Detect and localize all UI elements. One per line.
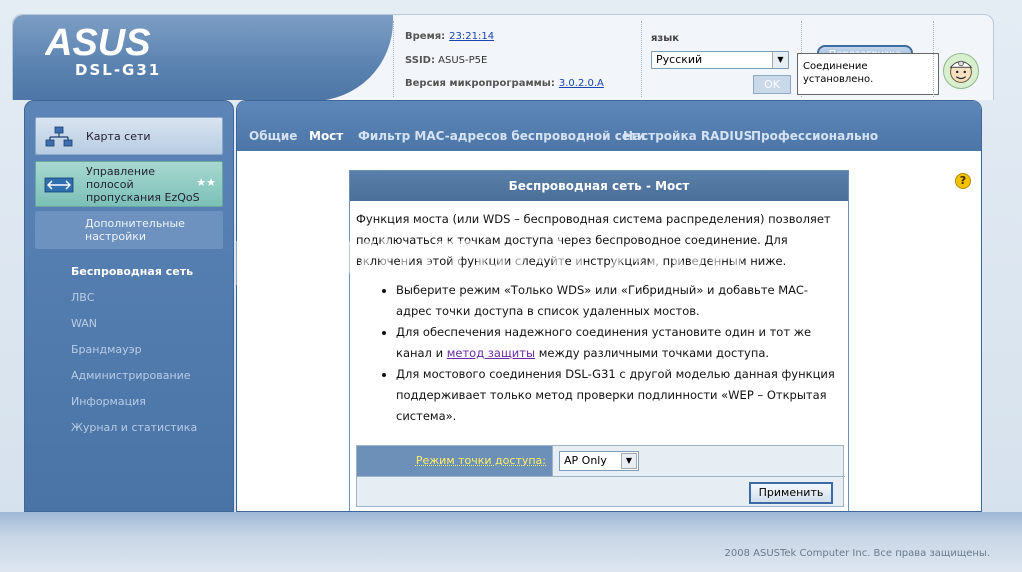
- sidebar: Карта сети Управление полосой пропускани…: [24, 100, 234, 512]
- tab-bridge[interactable]: Мост: [309, 129, 343, 143]
- security-method-link[interactable]: метод защиты: [447, 346, 535, 360]
- sidebar-item-administration[interactable]: Администрирование: [71, 369, 191, 382]
- list-item: Для мостового соединения DSL-G31 с друго…: [396, 364, 842, 427]
- sidebar-item-lan[interactable]: ЛВС: [71, 291, 95, 304]
- ap-mode-label-cell: Режим точки доступа:: [357, 446, 553, 476]
- sidebar-item-label: Карта сети: [86, 130, 151, 143]
- tab-bar: Общие Мост Фильтр MAC-адресов беспроводн…: [237, 101, 981, 151]
- stars-icon: ★★: [196, 176, 216, 189]
- ap-mode-select[interactable]: AP Only ▼: [559, 451, 639, 471]
- ap-mode-value: AP Only: [564, 454, 607, 467]
- header: ASUS DSL-G31 Время: 23:21:14 SSID: ASUS-P…: [12, 14, 994, 100]
- copyright-text: 2008 ASUSTek Computer Inc. Все права защ…: [724, 548, 991, 559]
- ssid-value: ASUS-P5E: [438, 55, 488, 66]
- header-divider: [393, 21, 394, 97]
- footer-band: [0, 512, 1022, 572]
- ssid-row: SSID: ASUS-P5E: [405, 55, 487, 66]
- language-select[interactable]: Русский ▼: [651, 51, 789, 69]
- time-label: Время:: [405, 31, 446, 42]
- ssid-label: SSID:: [405, 55, 435, 66]
- mascot-icon[interactable]: [943, 53, 979, 89]
- firmware-link[interactable]: 3.0.2.0.A: [559, 78, 604, 89]
- sidebar-item-information[interactable]: Информация: [71, 395, 146, 408]
- panel-body: Функция моста (или WDS – беспроводная си…: [350, 201, 848, 427]
- time-row: Время: 23:21:14: [405, 31, 494, 42]
- tab-radius[interactable]: Настройка RADIUS: [623, 129, 752, 143]
- language-label: язык: [651, 33, 680, 44]
- intro-text: Функция моста (или WDS – беспроводная си…: [356, 212, 831, 268]
- sidebar-item-wireless[interactable]: Беспроводная сеть: [71, 265, 193, 278]
- sidebar-item-firewall[interactable]: Брандмауэр: [71, 343, 142, 356]
- chevron-down-icon[interactable]: ▼: [772, 52, 788, 68]
- panel-title: Беспроводная сеть - Мост: [350, 171, 848, 201]
- model-name: DSL-G31: [75, 61, 162, 79]
- sidebar-item-ezqos[interactable]: Управление полосой пропускания EzQoS ★★: [35, 161, 223, 207]
- time-link[interactable]: 23:21:14: [449, 31, 494, 42]
- list-item: Выберите режим «Только WDS» или «Гибридн…: [396, 280, 842, 322]
- asus-logo-text: ASUS: [45, 23, 151, 61]
- apply-button[interactable]: Применить: [749, 482, 833, 504]
- ap-mode-form: Режим точки доступа: AP Only ▼ Применить: [356, 445, 845, 507]
- header-divider: [641, 21, 642, 97]
- main-content: Общие Мост Фильтр MAC-адресов беспроводн…: [236, 100, 982, 512]
- form-divider: [357, 476, 845, 477]
- header-divider: [933, 21, 934, 97]
- list-item: Для обеспечения надежного соединения уст…: [396, 322, 842, 364]
- instruction-list: Выберите режим «Только WDS» или «Гибридн…: [396, 280, 842, 427]
- sidebar-item-network-map[interactable]: Карта сети: [35, 117, 223, 155]
- tab-mac-filter[interactable]: Фильтр MAC-адресов беспроводной сети: [358, 129, 645, 143]
- language-value: Русский: [656, 53, 703, 66]
- sidebar-item-label: Управление полосой пропускания EzQoS: [86, 165, 200, 204]
- sidebar-item-advanced[interactable]: Дополнительные настройки: [35, 211, 223, 249]
- logo-area: ASUS DSL-G31: [13, 15, 393, 100]
- tab-professional[interactable]: Профессионально: [751, 129, 878, 143]
- language-ok-button[interactable]: OK: [753, 75, 791, 94]
- tab-general[interactable]: Общие: [249, 129, 297, 143]
- router-admin-window: ASUS DSL-G31 Время: 23:21:14 SSID: ASUS-P…: [0, 0, 1022, 572]
- chevron-down-icon[interactable]: ▼: [621, 453, 637, 469]
- sidebar-item-log[interactable]: Журнал и статистика: [71, 421, 197, 434]
- firmware-row: Версия микропрограммы: 3.0.2.0.A: [405, 78, 604, 89]
- asus-logo: ASUS: [45, 23, 151, 61]
- connection-tooltip: Соединение установлено.: [797, 53, 939, 95]
- bridge-panel: Беспроводная сеть - Мост Функция моста (…: [349, 170, 849, 511]
- sidebar-item-label: Дополнительные настройки: [85, 217, 185, 243]
- qos-icon: [44, 177, 74, 193]
- firmware-label: Версия микропрограммы:: [405, 78, 555, 89]
- ap-mode-label: Режим точки доступа:: [415, 454, 546, 467]
- sidebar-item-wan[interactable]: WAN: [71, 317, 97, 330]
- bullet-text: между различными точками доступа.: [538, 346, 770, 360]
- help-icon[interactable]: ?: [955, 173, 971, 189]
- network-map-icon: [45, 126, 73, 147]
